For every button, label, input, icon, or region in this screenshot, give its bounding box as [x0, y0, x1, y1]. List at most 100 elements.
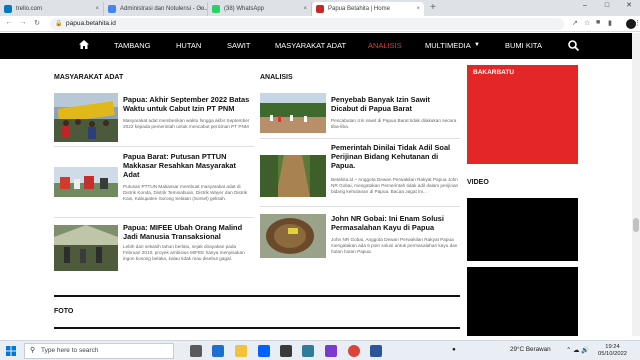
file-explorer-icon[interactable]: [235, 345, 247, 357]
nav-item-tambang[interactable]: TAMBANG: [114, 41, 151, 50]
article-title[interactable]: John NR Gobai: Ini Enam Solusi Permasala…: [331, 214, 459, 232]
tab-favicon-icon: [316, 5, 324, 13]
bookmark-star-icon[interactable]: ☆: [584, 19, 590, 27]
article-thumbnail[interactable]: [54, 167, 118, 197]
search-icon: ⚲: [30, 347, 36, 354]
app-icon[interactable]: [302, 345, 314, 357]
divider: [260, 206, 460, 207]
browser-tab[interactable]: Administrasi dan Notulensi - Go... ×: [104, 2, 208, 16]
weather-text[interactable]: 29°C Berawan: [510, 346, 551, 353]
browser-tab-bar: trello.com × Administrasi dan Notulensi - …: [0, 0, 640, 16]
divider: [54, 146, 254, 147]
tab-title: trello.com: [16, 6, 43, 12]
taskbar: ⚲ Type here to search ● 29°C Berawan ⌃ ☁…: [0, 340, 640, 360]
nav-item-hutan[interactable]: HUTAN: [176, 41, 201, 50]
url-field[interactable]: 🔒 papua.betahita.id: [50, 18, 564, 30]
bakarbatu-label: BAKARBATU: [473, 69, 515, 76]
profile-avatar[interactable]: [626, 19, 636, 29]
video-player[interactable]: [467, 267, 578, 336]
minimize-icon[interactable]: –: [574, 0, 596, 12]
nav-item-bumi-kita[interactable]: BUMI KITA: [505, 41, 542, 50]
section-title-video: VIDEO: [467, 179, 489, 186]
bakarbatu-box[interactable]: BAKARBATU: [467, 65, 578, 164]
edge-icon[interactable]: [212, 345, 224, 357]
maximize-icon[interactable]: □: [596, 0, 618, 12]
forward-icon[interactable]: →: [18, 19, 28, 26]
url-text: papua.betahita.id: [66, 20, 116, 27]
word-icon[interactable]: [370, 345, 382, 357]
section-separator: [54, 295, 460, 297]
search-icon[interactable]: [568, 40, 579, 51]
close-tab-icon[interactable]: ×: [95, 2, 99, 16]
article-thumbnail[interactable]: [54, 93, 118, 142]
taskbar-clock[interactable]: 19:24 05/10/2022: [598, 344, 627, 358]
article-title[interactable]: Pemerintah Dinilai Tidak Adil Soal Perij…: [331, 143, 459, 170]
scrollbar-thumb[interactable]: [633, 218, 639, 232]
close-tab-icon[interactable]: ×: [303, 2, 307, 16]
article-thumbnail[interactable]: [260, 155, 326, 197]
whatsapp-tray-icon[interactable]: ●: [452, 346, 456, 353]
sidepanel-icon[interactable]: ▮: [608, 19, 612, 27]
chrome-icon[interactable]: [348, 345, 360, 357]
section-title-masyarakat-adat: MASYARAKAT ADAT: [54, 74, 124, 81]
divider: [54, 217, 254, 218]
article-excerpt: Putusan PTTUN Makassar membuat masyaraka…: [123, 184, 247, 201]
nav-item-masyarakat-adat[interactable]: MASYARAKAT ADAT: [275, 41, 346, 50]
article-excerpt: Pencabutan izin sawit di Papua Barat tid…: [331, 118, 457, 129]
chevron-down-icon: ▼: [474, 42, 480, 48]
page-content: MASYARAKAT ADAT Papua: Akhir September 2…: [0, 59, 632, 336]
nav-item-analisis[interactable]: ANALISIS: [368, 41, 402, 50]
article-excerpt: Masyarakat adat memberikan waktu hingga …: [123, 118, 250, 129]
dropbox-icon[interactable]: [258, 345, 270, 357]
article-excerpt: Betahita.id – Anggota Dewan Perwakilan R…: [331, 177, 459, 194]
tab-favicon-icon: [4, 5, 12, 13]
browser-tab[interactable]: trello.com ×: [0, 2, 104, 16]
video-player[interactable]: [467, 198, 578, 261]
article-title[interactable]: Papua: Akhir September 2022 Batas Waktu …: [123, 95, 251, 113]
close-tab-icon[interactable]: ×: [416, 2, 420, 16]
tab-title: Papua Betahita | Home: [328, 6, 390, 12]
clock-date: 05/10/2022: [598, 351, 628, 357]
nav-item-sawit[interactable]: SAWIT: [227, 41, 250, 50]
tab-title: Administrasi dan Notulensi - Go...: [120, 6, 208, 12]
lock-icon: 🔒: [55, 21, 63, 27]
reload-icon[interactable]: ↻: [32, 19, 42, 27]
address-bar: ← → ↻ 🔒 papua.betahita.id ↗ ☆ ■ ▮ ⋮: [0, 16, 640, 32]
tab-favicon-icon: [212, 5, 220, 13]
browser-tab[interactable]: (38) WhatsApp ×: [208, 2, 312, 16]
share-icon[interactable]: ↗: [572, 19, 578, 27]
taskbar-search-placeholder: Type here to search: [41, 347, 99, 354]
task-view-icon[interactable]: [190, 345, 202, 357]
tab-favicon-icon: [108, 5, 116, 13]
clock-time: 19:24: [605, 344, 620, 350]
article-title[interactable]: Papua: MIFEE Ubah Orang Malind Jadi Manu…: [123, 223, 253, 241]
close-window-icon[interactable]: ✕: [618, 0, 640, 12]
window-controls: – □ ✕: [574, 0, 640, 12]
tab-title: (38) WhatsApp: [224, 6, 265, 12]
page-scrollbar[interactable]: [632, 33, 640, 336]
article-thumbnail[interactable]: [54, 225, 118, 271]
close-tab-icon[interactable]: ×: [199, 2, 203, 16]
article-title[interactable]: Penyebab Banyak Izin Sawit Dicabut di Pa…: [331, 95, 457, 113]
taskbar-search[interactable]: ⚲ Type here to search: [24, 343, 174, 359]
article-thumbnail[interactable]: [260, 214, 326, 258]
article-thumbnail[interactable]: [260, 93, 326, 133]
tray-icons[interactable]: ⌃ ☁ 🔊: [566, 346, 589, 354]
store-icon[interactable]: [280, 345, 292, 357]
section-separator: [54, 327, 460, 329]
home-icon[interactable]: [79, 40, 89, 49]
section-title-foto: FOTO: [54, 308, 74, 315]
extensions-icon[interactable]: ■: [596, 19, 600, 26]
new-tab-button[interactable]: +: [430, 0, 436, 16]
section-title-analisis: ANALISIS: [260, 74, 293, 81]
site-nav: TAMBANG HUTAN SAWIT MASYARAKAT ADAT ANAL…: [0, 33, 632, 59]
divider: [260, 138, 460, 139]
article-title[interactable]: Papua Barat: Putusan PTTUN Makkasar Resa…: [123, 152, 253, 179]
app-icon[interactable]: [325, 345, 337, 357]
back-icon[interactable]: ←: [4, 19, 14, 26]
article-excerpt: John NR Gobai, Anggota Dewan Perwakilan …: [331, 237, 458, 254]
nav-item-multimedia[interactable]: MULTIMEDIA: [425, 41, 471, 50]
browser-tab[interactable]: Papua Betahita | Home ×: [312, 2, 424, 16]
windows-start-icon[interactable]: [6, 346, 16, 356]
article-excerpt: Lebih dari sekasih tahun berlalu, sejak …: [123, 244, 245, 261]
